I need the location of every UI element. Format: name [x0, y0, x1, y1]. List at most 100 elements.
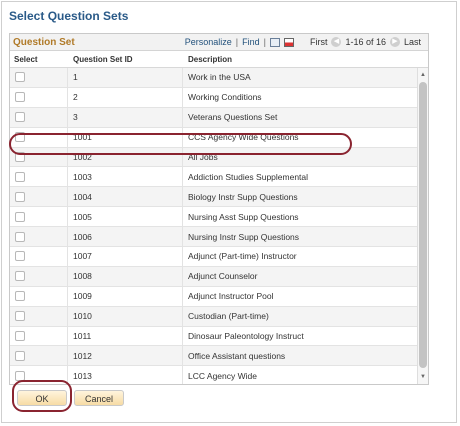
column-description: Description [188, 55, 233, 64]
select-cell [10, 227, 68, 247]
question-set-id-cell: 1002 [68, 147, 183, 167]
description-cell: CCS Agency Wide Questions [188, 132, 299, 143]
description-cell: Work in the USA [188, 72, 251, 83]
next-arrow-icon[interactable]: ▶ [389, 37, 400, 47]
select-checkbox[interactable] [15, 331, 25, 342]
select-checkbox[interactable] [15, 271, 25, 282]
question-set-id-cell: 1007 [68, 247, 183, 266]
select-checkbox[interactable] [15, 231, 25, 242]
description-cell: Veterans Questions Set [188, 112, 278, 123]
table-row[interactable]: 1003 Addiction Studies Supplemental [10, 167, 418, 188]
nav-separator: | [263, 37, 266, 47]
table-row[interactable]: 1008 Adjunct Counselor [10, 266, 418, 287]
question-set-id-cell: 1004 [68, 187, 183, 207]
question-set-id-cell: 3 [68, 107, 183, 127]
question-set-id-cell: 1008 [68, 266, 183, 286]
select-checkbox[interactable] [15, 72, 25, 83]
select-cell [10, 187, 68, 207]
question-set-id-cell: 1013 [68, 366, 183, 384]
nav-separator: | [235, 37, 239, 47]
question-set-id-cell: 1001 [68, 127, 183, 147]
view-all-icon[interactable] [269, 37, 280, 47]
table-row[interactable]: 1009 Adjunct Instructor Pool [10, 286, 418, 307]
select-cell [10, 247, 68, 266]
table-row[interactable]: 1006 Nursing Instr Supp Questions [10, 227, 418, 248]
last-label[interactable]: Last [404, 37, 421, 47]
select-cell [10, 107, 68, 127]
select-checkbox[interactable] [15, 112, 25, 123]
description-cell: Nursing Asst Supp Questions [188, 211, 299, 222]
select-checkbox[interactable] [15, 211, 25, 222]
select-cell [10, 326, 68, 346]
download-excel-icon[interactable] [283, 37, 294, 47]
table-row[interactable]: 1002 All Jobs [10, 147, 418, 168]
select-cell [10, 266, 68, 286]
description-cell: Addiction Studies Supplemental [188, 171, 309, 182]
description-cell: Adjunct (Part-time) Instructor [188, 251, 297, 262]
find-link[interactable]: Find [242, 37, 260, 47]
select-checkbox[interactable] [15, 171, 25, 182]
question-set-grid: Question Set Personalize | Find | First … [9, 33, 429, 385]
column-headers: Select Question Set ID Description [10, 51, 428, 68]
select-checkbox[interactable] [15, 311, 25, 322]
scroll-down-icon[interactable]: ▼ [418, 372, 428, 382]
select-checkbox[interactable] [15, 350, 25, 361]
select-checkbox[interactable] [15, 251, 25, 262]
description-cell: All Jobs [188, 152, 218, 162]
question-set-id-cell: 1011 [68, 326, 183, 346]
table-row[interactable]: 3 Veterans Questions Set [10, 107, 418, 128]
table-row[interactable]: 1011 Dinosaur Paleontology Instruct [10, 326, 418, 347]
grid-rows: 1 Work in the USA 2 Working Conditions 3 Vete… [10, 68, 418, 384]
description-cell: Nursing Instr Supp Questions [188, 231, 300, 242]
table-row[interactable]: 1013 LCC Agency Wide [10, 366, 418, 384]
grid-navigation: Personalize | Find | First ◀ 1-16 of 16 … [185, 37, 421, 47]
grid-title: Question Set [13, 37, 75, 48]
description-cell: Custodian (Part-time) [188, 311, 269, 322]
grid-header: Question Set Personalize | Find | First … [10, 34, 428, 51]
table-row[interactable]: 1012 Office Assistant questions [10, 346, 418, 367]
select-cell [10, 127, 68, 147]
select-cell [10, 306, 68, 326]
select-checkbox[interactable] [15, 370, 25, 381]
table-row[interactable]: 1005 Nursing Asst Supp Questions [10, 207, 418, 228]
previous-arrow-icon[interactable]: ◀ [331, 37, 342, 47]
select-cell [10, 346, 68, 366]
table-row[interactable]: 1004 Biology Instr Supp Questions [10, 187, 418, 208]
first-label[interactable]: First [310, 37, 328, 47]
question-set-id-cell: 1 [68, 68, 183, 87]
select-cell [10, 68, 68, 87]
select-checkbox[interactable] [15, 132, 25, 143]
table-row[interactable]: 1010 Custodian (Part-time) [10, 306, 418, 327]
select-checkbox[interactable] [15, 291, 25, 302]
vertical-scrollbar[interactable]: ▲ ▼ [417, 68, 428, 384]
scrollbar-thumb[interactable] [419, 82, 427, 368]
description-cell: Adjunct Counselor [188, 271, 258, 282]
question-set-id-cell: 1009 [68, 286, 183, 306]
question-set-id-cell: 1005 [68, 207, 183, 227]
select-checkbox[interactable] [15, 92, 25, 103]
select-cell [10, 366, 68, 384]
select-cell [10, 147, 68, 167]
table-row[interactable]: 1001 CCS Agency Wide Questions [10, 127, 418, 148]
ok-button[interactable]: OK [17, 390, 67, 406]
select-checkbox[interactable] [15, 191, 25, 202]
select-cell [10, 167, 68, 187]
table-row[interactable]: 1 Work in the USA [10, 68, 418, 88]
description-cell: Office Assistant questions [188, 350, 286, 361]
table-row[interactable]: 2 Working Conditions [10, 87, 418, 108]
description-cell: LCC Agency Wide [188, 370, 257, 381]
column-question-set-id: Question Set ID [73, 55, 133, 64]
row-range: 1-16 of 16 [345, 37, 386, 47]
personalize-link[interactable]: Personalize [185, 37, 232, 47]
select-checkbox[interactable] [15, 152, 25, 162]
question-set-id-cell: 1006 [68, 227, 183, 247]
page-title: Select Question Sets [9, 9, 129, 23]
cancel-button[interactable]: Cancel [74, 390, 124, 406]
description-cell: Biology Instr Supp Questions [188, 191, 298, 202]
question-set-id-cell: 1010 [68, 306, 183, 326]
table-row[interactable]: 1007 Adjunct (Part-time) Instructor [10, 247, 418, 267]
scroll-up-icon[interactable]: ▲ [418, 70, 428, 80]
description-cell: Working Conditions [188, 92, 262, 103]
column-select: Select [14, 55, 38, 64]
select-cell [10, 286, 68, 306]
